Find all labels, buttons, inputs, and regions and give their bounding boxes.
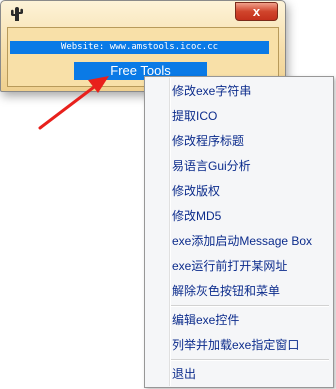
cactus-icon: [10, 6, 26, 22]
context-menu: 修改exe字符串 提取ICO 修改程序标题 易语言Gui分析 修改版权 修改MD…: [144, 76, 334, 388]
close-button[interactable]: x: [235, 2, 278, 21]
menu-separator: [171, 359, 329, 361]
menu-item-edit-title[interactable]: 修改程序标题: [171, 130, 329, 152]
menu-item-add-messagebox[interactable]: exe添加启动Message Box: [171, 230, 329, 252]
menu-item-extract-ico[interactable]: 提取ICO: [171, 105, 329, 127]
menu-item-exit[interactable]: 退出: [171, 363, 329, 385]
menu-item-open-url[interactable]: exe运行前打开某网址: [171, 255, 329, 277]
menu-item-edit-copyright[interactable]: 修改版权: [171, 180, 329, 202]
menu-item-list-windows[interactable]: 列举并加载exe指定窗口: [171, 334, 329, 356]
menu-separator: [171, 305, 329, 307]
menu-item-enable-grayed[interactable]: 解除灰色按钮和菜单: [171, 280, 329, 302]
menu-item-gui-analysis[interactable]: 易语言Gui分析: [171, 155, 329, 177]
close-icon: x: [252, 4, 261, 19]
menu-item-edit-strings[interactable]: 修改exe字符串: [171, 80, 329, 102]
menu-item-edit-md5[interactable]: 修改MD5: [171, 205, 329, 227]
menu-item-edit-controls[interactable]: 编辑exe控件: [171, 309, 329, 331]
website-link[interactable]: Website: www.amstools.icoc.cc: [10, 41, 269, 54]
